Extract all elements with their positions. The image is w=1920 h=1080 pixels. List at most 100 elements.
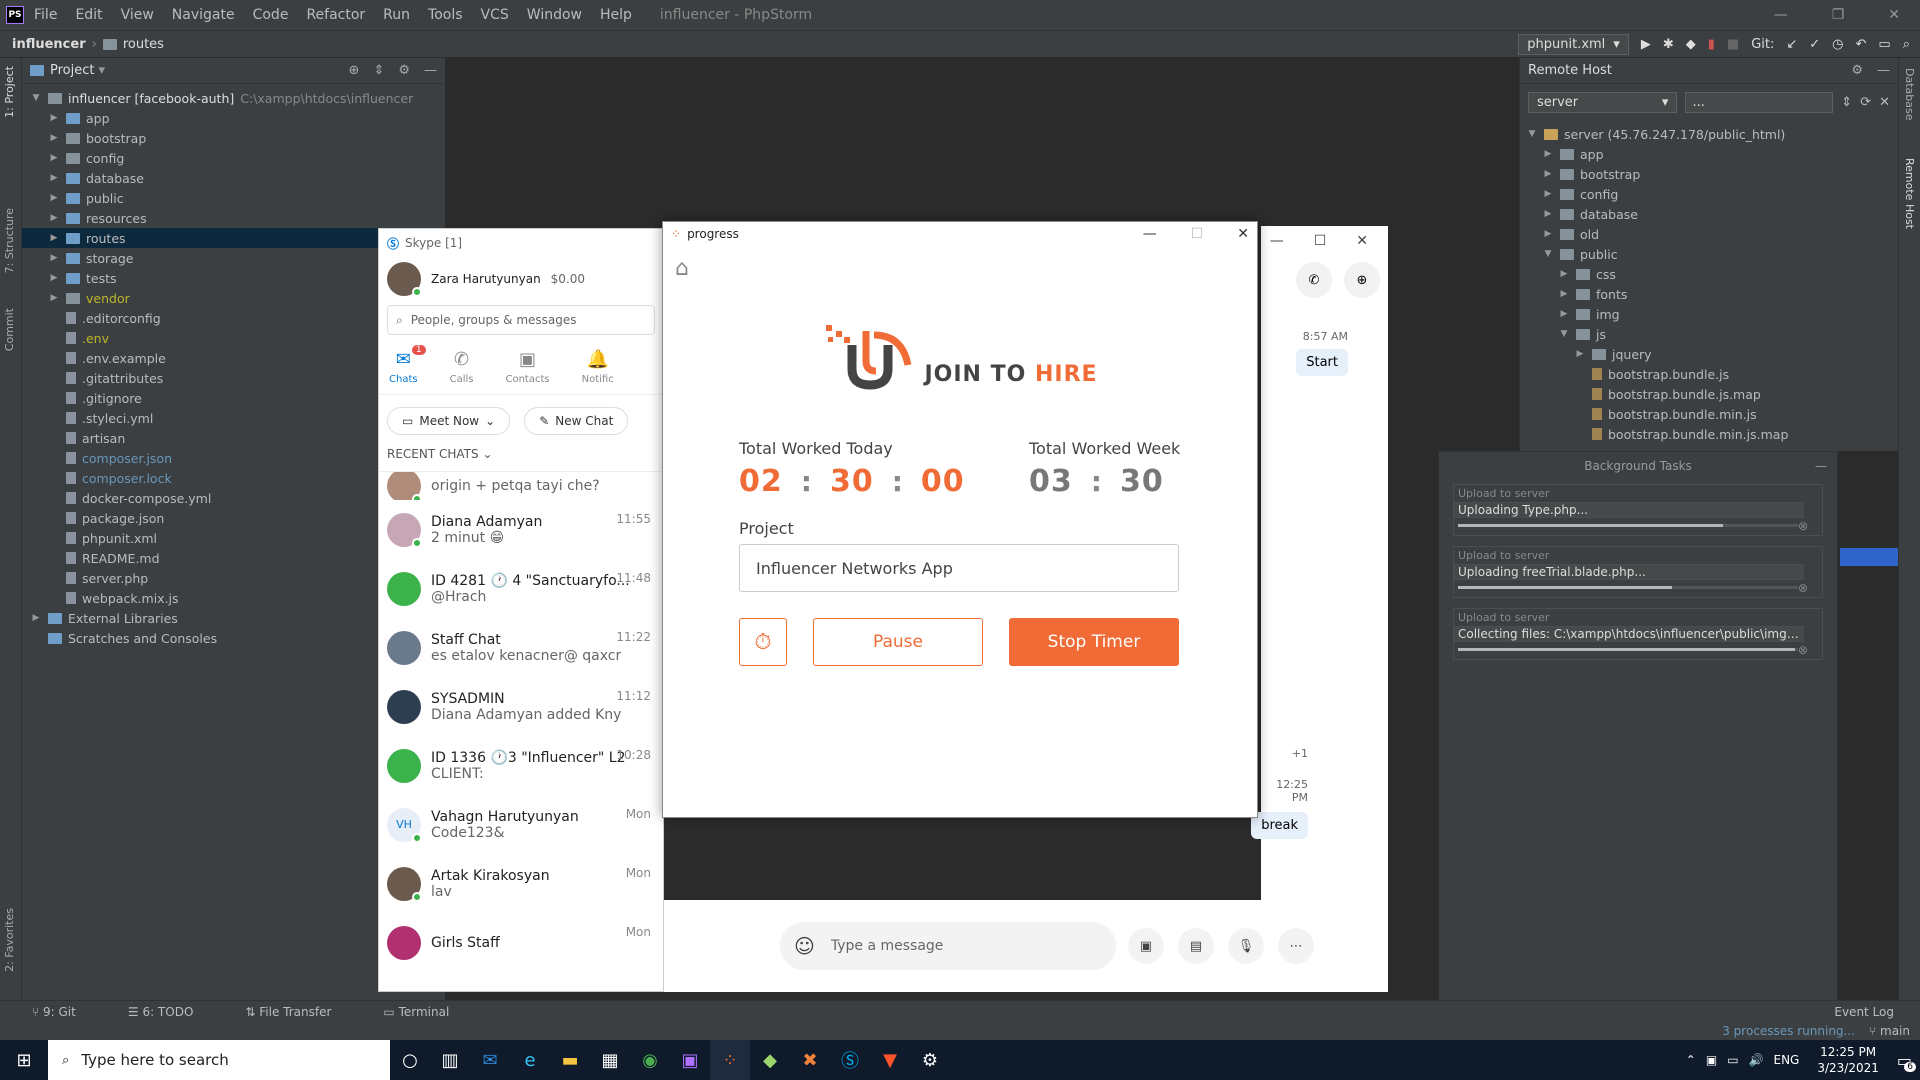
message-input[interactable]: ☺ Type a message xyxy=(780,922,1116,970)
layout-icon[interactable]: ▭ xyxy=(1878,37,1890,52)
new-chat-button[interactable]: ✎ New Chat xyxy=(524,407,629,435)
remote-folder[interactable]: ▶ config xyxy=(1520,184,1898,204)
coverage-icon[interactable]: ◆ xyxy=(1686,37,1696,52)
project-select[interactable]: Influencer Networks App xyxy=(739,544,1179,592)
more-button[interactable]: ... xyxy=(1685,91,1834,113)
mail-icon[interactable]: ✉ xyxy=(470,1040,510,1080)
hide-icon[interactable]: — xyxy=(424,63,437,78)
contact-card-icon[interactable]: ▤ xyxy=(1178,928,1214,964)
close-icon[interactable]: ✕ xyxy=(1237,226,1249,242)
chat-item[interactable]: Staff Chates etalov kenacner@ qaxcra...1… xyxy=(379,618,663,677)
tree-root[interactable]: ▼ influencer [facebook-auth] C:\xampp\ht… xyxy=(22,88,445,108)
search-everywhere-icon[interactable]: ⌕ xyxy=(1903,37,1910,52)
menu-run[interactable]: Run xyxy=(383,7,410,23)
recent-chats-header[interactable]: RECENT CHATS ⌄ xyxy=(379,447,663,471)
profile-icon[interactable]: ▮ xyxy=(1708,37,1715,52)
remote-folder[interactable]: ▶ css xyxy=(1520,264,1898,284)
clock[interactable]: 12:25 PM 3/23/2021 xyxy=(1817,1044,1879,1076)
gear-icon[interactable]: ⚙ xyxy=(1851,63,1863,78)
close-icon[interactable]: ✕ xyxy=(1356,233,1368,249)
pause-button[interactable]: Pause xyxy=(813,618,983,666)
add-person-icon[interactable]: ⊕ xyxy=(1344,262,1380,298)
remote-file[interactable]: bootstrap.bundle.min.js xyxy=(1520,404,1898,424)
remote-folder[interactable]: ▼ public xyxy=(1520,244,1898,264)
chrome-icon[interactable]: ◉ xyxy=(630,1040,670,1080)
skype-icon[interactable]: Ⓢ xyxy=(830,1040,870,1080)
input-language[interactable]: ENG xyxy=(1773,1053,1799,1067)
skype-tab-chats[interactable]: ✉ Chats 1 xyxy=(389,344,426,385)
task-view-icon[interactable]: ▥ xyxy=(430,1040,470,1080)
remote-file[interactable]: bootstrap.bundle.js.map xyxy=(1520,384,1898,404)
maximize-icon[interactable]: ☐ xyxy=(1314,233,1327,249)
remote-folder[interactable]: ▶ database xyxy=(1520,204,1898,224)
attach-icon[interactable]: ▣ xyxy=(1128,928,1164,964)
chat-item[interactable]: SYSADMINDiana Adamyan added Knya...11:12 xyxy=(379,677,663,736)
chat-item[interactable]: VH Vahagn Harutyunyan Code123& Mon xyxy=(379,795,663,854)
skype-tab-calls[interactable]: ✆ Calls xyxy=(450,349,474,385)
chat-item[interactable]: ID 4281 🕐 4 "Sanctuaryfo... @Hrach 11:48 xyxy=(379,559,663,618)
breadcrumb-project[interactable]: influencer xyxy=(12,37,86,52)
tab-git[interactable]: ⑂ 9: Git xyxy=(32,1005,102,1019)
meet-now-button[interactable]: ▭ Meet Now ⌄ xyxy=(387,407,511,435)
tray-app-icon[interactable]: ▣ xyxy=(1706,1053,1717,1067)
cancel-task-icon[interactable]: ⊗ xyxy=(1798,519,1808,533)
more-icon[interactable]: ⋯ xyxy=(1278,928,1314,964)
gear-icon[interactable]: ⚙ xyxy=(398,63,410,78)
server-combo[interactable]: server ▾ xyxy=(1528,91,1678,113)
phpstorm-icon[interactable]: ▣ xyxy=(670,1040,710,1080)
skype-search[interactable]: ⌕ People, groups & messages xyxy=(387,305,655,335)
close-icon[interactable]: ✕ xyxy=(1888,7,1900,23)
reactions[interactable]: +1 xyxy=(1261,747,1388,760)
remote-folder[interactable]: ▶ app xyxy=(1520,144,1898,164)
xampp-icon[interactable]: ✖ xyxy=(790,1040,830,1080)
cancel-task-icon[interactable]: ⊗ xyxy=(1798,581,1808,595)
menu-view[interactable]: View xyxy=(121,7,154,23)
maximize-icon[interactable]: ☐ xyxy=(1191,226,1204,242)
hide-icon[interactable]: — xyxy=(1877,63,1890,78)
emoji-icon[interactable]: ☺ xyxy=(794,934,815,958)
git-branch[interactable]: ⑂ main xyxy=(1869,1024,1910,1038)
minimize-icon[interactable]: — xyxy=(1270,233,1284,249)
minimize-icon[interactable]: — xyxy=(1143,226,1157,242)
debug-icon[interactable]: ✱ xyxy=(1663,37,1674,52)
file-explorer-icon[interactable]: ▬ xyxy=(550,1040,590,1080)
minimize-icon[interactable]: — xyxy=(1774,7,1788,23)
menu-refactor[interactable]: Refactor xyxy=(306,7,365,23)
collapse-icon[interactable]: ⇕ xyxy=(373,63,384,78)
collapse-icon[interactable]: ⇕ xyxy=(1841,95,1852,110)
skype-profile[interactable]: Zara Harutyunyan $0.00 xyxy=(379,257,663,301)
refresh-icon[interactable]: ⟳ xyxy=(1860,95,1871,110)
store-icon[interactable]: ▦ xyxy=(590,1040,630,1080)
brave-icon[interactable]: ▼ xyxy=(870,1040,910,1080)
remote-folder[interactable]: ▶ img xyxy=(1520,304,1898,324)
stopwatch-button[interactable]: ⏱ xyxy=(739,618,787,666)
message-bubble[interactable]: Start xyxy=(1296,349,1348,376)
menu-window[interactable]: Window xyxy=(527,7,582,23)
taskbar-search[interactable]: ⌕ Type here to search xyxy=(48,1040,390,1080)
menu-file[interactable]: File xyxy=(34,7,57,23)
microphone-icon[interactable]: 🎙 xyxy=(1228,928,1264,964)
edge-icon[interactable]: e xyxy=(510,1040,550,1080)
volume-icon[interactable]: 🔊 xyxy=(1749,1053,1764,1067)
remote-root[interactable]: ▼ server (45.76.247.178/public_html) xyxy=(1520,124,1898,144)
remote-folder[interactable]: ▼ js xyxy=(1520,324,1898,344)
tab-favorites[interactable]: 2: Favorites xyxy=(3,908,16,972)
tree-folder[interactable]: ▶ resources xyxy=(22,208,445,228)
stop-icon[interactable]: ■ xyxy=(1727,37,1739,52)
menu-vcs[interactable]: VCS xyxy=(481,7,509,23)
cancel-task-icon[interactable]: ⊗ xyxy=(1798,643,1808,657)
menu-navigate[interactable]: Navigate xyxy=(172,7,235,23)
git-tool-icon[interactable]: ◆ xyxy=(750,1040,790,1080)
git-commit-icon[interactable]: ✓ xyxy=(1809,37,1820,52)
chat-item[interactable]: Diana Adamyan 2 minut 😁 11:55 xyxy=(379,500,663,559)
progress-app-icon[interactable]: ⁘ xyxy=(710,1040,750,1080)
chat-item[interactable]: origin + petqa tayi che? xyxy=(379,472,663,500)
tree-folder[interactable]: ▶ config xyxy=(22,148,445,168)
home-icon[interactable]: ⌂ xyxy=(663,246,1257,291)
chat-item[interactable]: ID 1336 🕐3 "Influencer" L2 CLIENT: 10:28 xyxy=(379,736,663,795)
tab-terminal[interactable]: ▭ Terminal xyxy=(383,1005,475,1019)
tab-project[interactable]: 1: Project xyxy=(3,66,16,118)
git-update-icon[interactable]: ↙ xyxy=(1786,37,1797,52)
menu-help[interactable]: Help xyxy=(600,7,632,23)
chat-item[interactable]: Girls Staff Mon xyxy=(379,913,663,972)
